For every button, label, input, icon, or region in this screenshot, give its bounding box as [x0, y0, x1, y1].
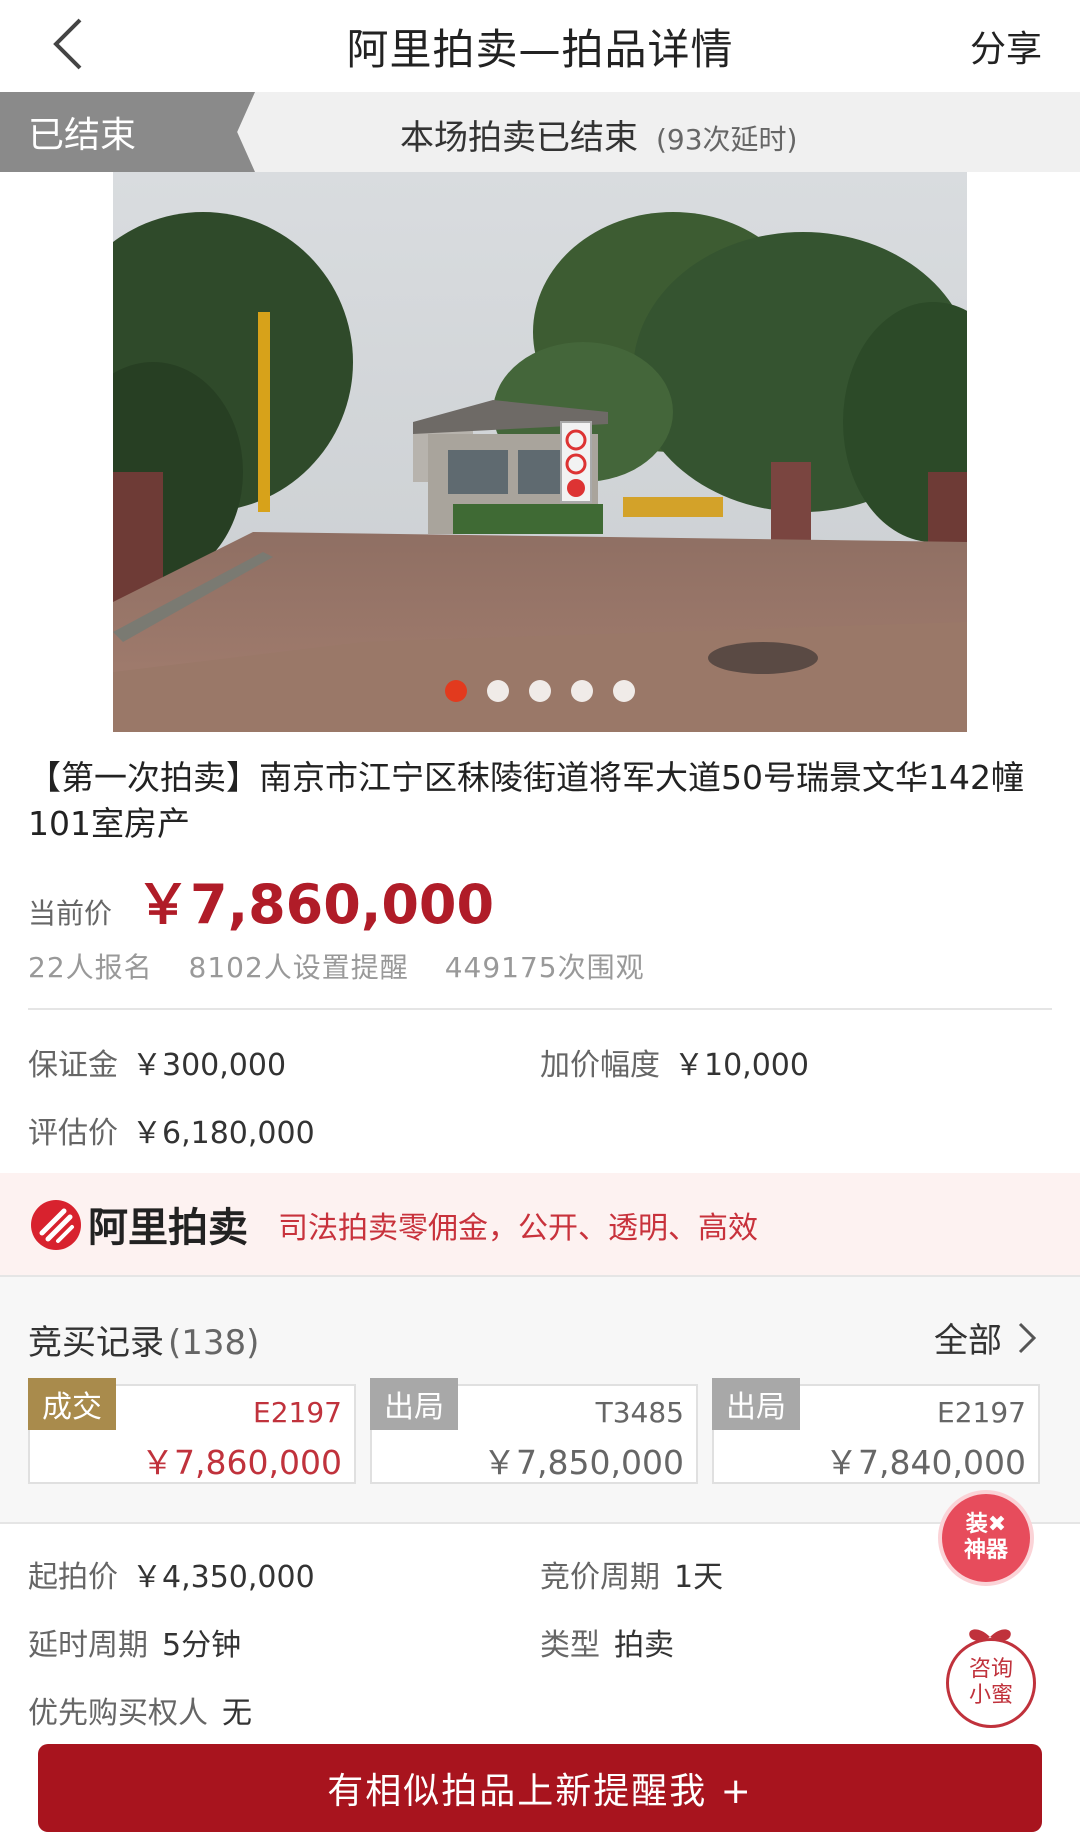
page-title: 阿里拍卖—拍品详情 [346, 24, 734, 74]
zhuang-shenqi-button[interactable]: 装✖ 神器 [938, 1490, 1034, 1586]
gallery-dot[interactable] [571, 680, 593, 702]
gallery-dot[interactable] [529, 680, 551, 702]
item-stats: 22人报名 8102人设置提醒 449175次围观 [28, 946, 671, 986]
bid-records-section: 竞买记录 (138) 全部 成交 E2197 ￥7,860,000 出局 T348… [0, 1277, 1080, 1522]
type-value: 拍卖 [614, 1628, 674, 1663]
current-price-label: 当前价 [28, 897, 113, 930]
gallery-dot[interactable] [613, 680, 635, 702]
starting-price-field: 起拍价 ￥4,350,000 [28, 1552, 315, 1596]
bidder-id: T3485 [595, 1396, 684, 1429]
bidding-period-value: 1天 [674, 1560, 724, 1595]
deposit-label: 保证金 [28, 1048, 118, 1083]
current-price-row: 当前价 ￥7,860,000 [28, 860, 494, 939]
bidding-period-label: 竞价周期 [540, 1560, 660, 1595]
stat-registered: 22人报名 [28, 951, 153, 984]
gallery-dot[interactable] [487, 680, 509, 702]
priority-buyer-label: 优先购买权人 [28, 1696, 208, 1731]
gallery-dot-active[interactable] [445, 680, 467, 702]
view-all-bids-link[interactable]: 全部 [934, 1313, 1038, 1362]
gallery-pagination [0, 680, 1080, 702]
notify-similar-button[interactable]: 有相似拍品上新提醒我 + [38, 1744, 1042, 1832]
bid-record-card[interactable]: 出局 T3485 ￥7,850,000 [370, 1378, 698, 1484]
bid-record-card[interactable]: 成交 E2197 ￥7,860,000 [28, 1378, 356, 1484]
bid-status-badge: 出局 [370, 1378, 458, 1430]
current-price-value: ￥7,860,000 [136, 873, 495, 936]
consult-assistant-button[interactable]: 咨询 小蜜 [946, 1638, 1036, 1728]
bid-status-badge: 出局 [712, 1378, 800, 1430]
bidding-period-field: 竞价周期 1天 [540, 1552, 723, 1596]
extension-count: (93次延时) [656, 123, 798, 156]
ali-auction-logo-icon [31, 1200, 81, 1250]
bidder-id: E2197 [937, 1396, 1026, 1429]
extension-period-value: 5分钟 [162, 1628, 242, 1663]
priority-buyer-value: 无 [222, 1696, 252, 1731]
bid-records-title: 竞买记录 (138) [28, 1315, 259, 1364]
status-main-text: 本场拍卖已结束 [400, 118, 638, 158]
extension-period-field: 延时周期 5分钟 [28, 1620, 241, 1664]
auction-status-bar: 已结束 本场拍卖已结束 (93次延时) [0, 92, 1080, 172]
item-title: 【第一次拍卖】南京市江宁区秣陵街道将军大道50号瑞景文华142幢101室房产 [28, 758, 1024, 843]
bid-amount: ￥7,860,000 [141, 1443, 342, 1482]
footer-bar: 有相似拍品上新提醒我 + [0, 1732, 1080, 1847]
view-all-label: 全部 [934, 1321, 1002, 1361]
increment-label: 加价幅度 [540, 1048, 660, 1083]
appraisal-label: 评估价 [28, 1116, 118, 1151]
deposit-field: 保证金 ￥300,000 [28, 1040, 286, 1084]
increment-value: ￥10,000 [674, 1048, 809, 1083]
type-label: 类型 [540, 1628, 600, 1663]
status-text: 本场拍卖已结束 (93次延时) [400, 110, 797, 159]
top-nav-bar: 阿里拍卖—拍品详情 分享 [0, 0, 1080, 92]
bid-records-count: (138) [168, 1323, 260, 1363]
bidder-id: E2197 [253, 1396, 342, 1429]
divider [28, 1008, 1052, 1010]
chevron-right-icon [1018, 1322, 1037, 1353]
type-field: 类型 拍卖 [540, 1620, 674, 1664]
priority-buyer-field: 优先购买权人无 [28, 1688, 252, 1732]
item-photo[interactable] [113, 172, 967, 732]
stat-views: 449175次围观 [444, 951, 645, 984]
banner-slogan: 司法拍卖零佣金，公开、透明、高效 [278, 1211, 758, 1246]
bid-amount: ￥7,850,000 [483, 1443, 684, 1482]
ali-auction-logo-text: 阿里拍卖 [88, 1205, 248, 1251]
stat-reminders: 8102人设置提醒 [188, 951, 409, 984]
starting-price-value: ￥4,350,000 [132, 1560, 315, 1595]
status-badge: 已结束 [0, 92, 255, 172]
increment-field: 加价幅度 ￥10,000 [540, 1040, 809, 1084]
bid-record-card[interactable]: 出局 E2197 ￥7,840,000 [712, 1378, 1040, 1484]
starting-price-label: 起拍价 [28, 1560, 118, 1595]
back-arrow-icon[interactable] [42, 14, 102, 74]
bid-records-label: 竞买记录 [28, 1323, 164, 1363]
appraisal-value: ￥6,180,000 [132, 1116, 315, 1151]
bid-status-badge: 成交 [28, 1378, 116, 1430]
ali-auction-banner[interactable]: 阿里拍卖 司法拍卖零佣金，公开、透明、高效 [0, 1173, 1080, 1275]
divider [0, 1522, 1080, 1524]
deposit-value: ￥300,000 [132, 1048, 287, 1083]
bid-amount: ￥7,840,000 [825, 1443, 1026, 1482]
extension-period-label: 延时周期 [28, 1628, 148, 1663]
property-gate-photo [113, 172, 967, 732]
appraisal-field: 评估价 ￥6,180,000 [28, 1108, 315, 1152]
share-button[interactable]: 分享 [970, 20, 1042, 72]
